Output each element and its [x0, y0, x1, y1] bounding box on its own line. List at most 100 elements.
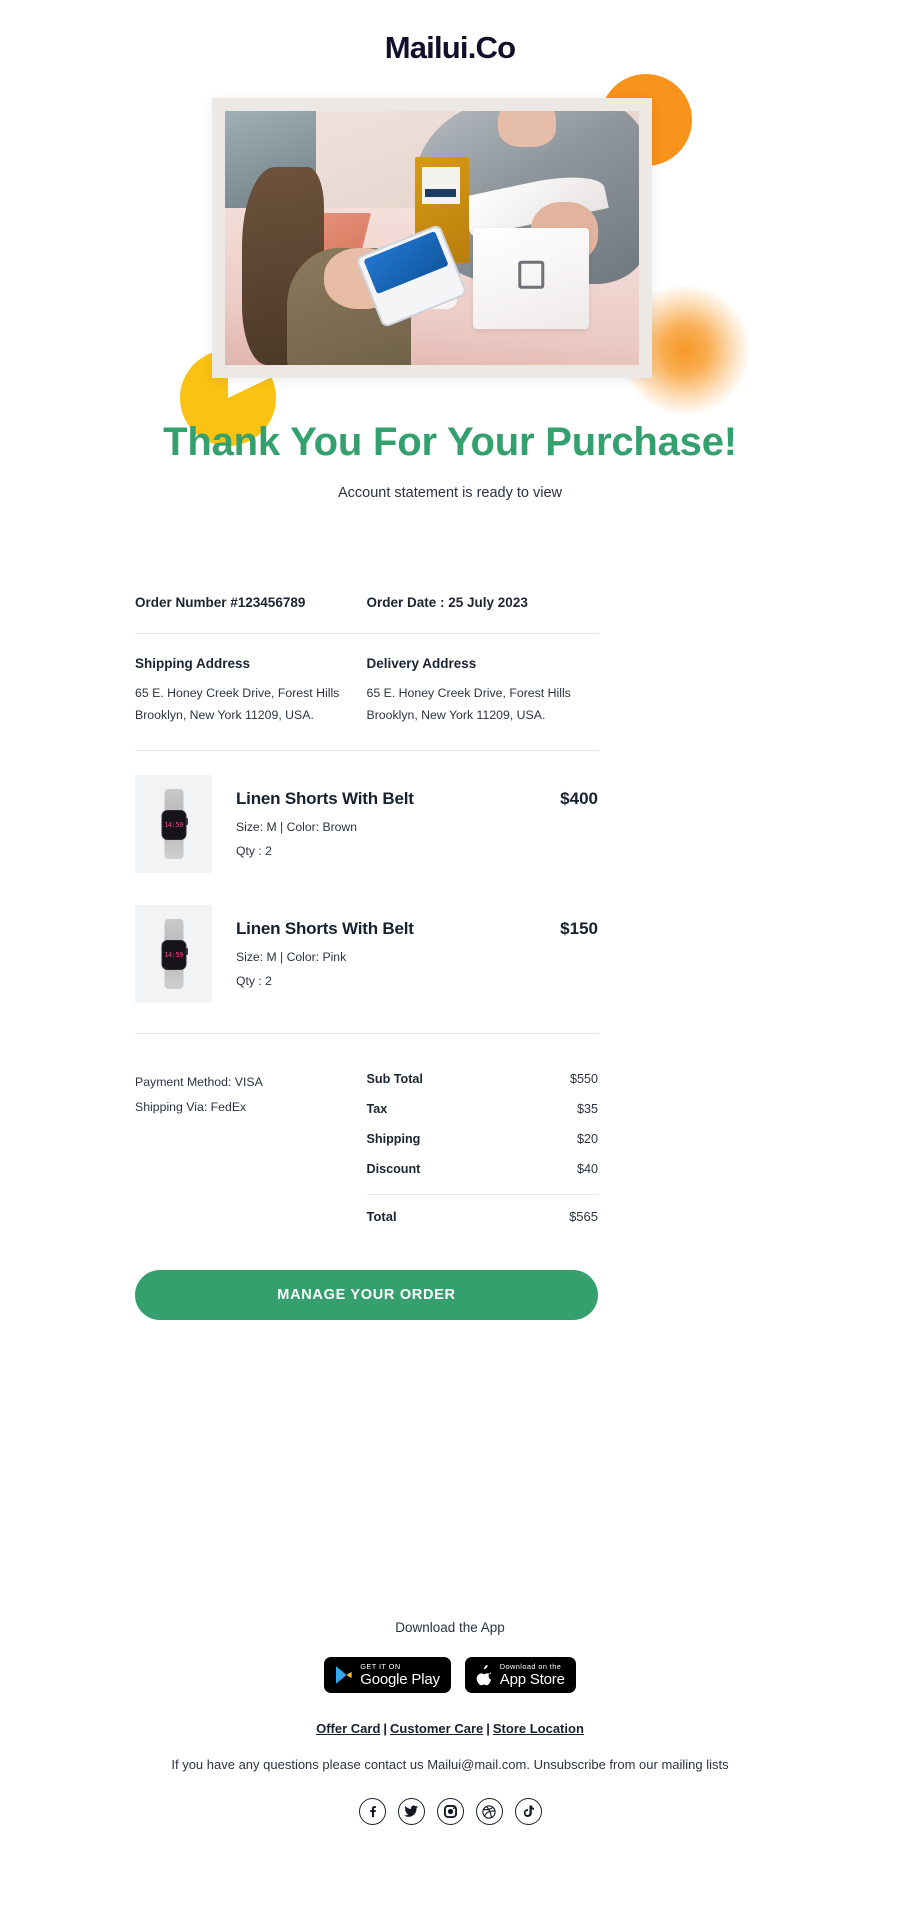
totals-row: Shipping $20	[367, 1124, 599, 1154]
product-thumbnail: 14:59	[135, 905, 212, 1003]
product-price: $400	[560, 789, 598, 808]
hero-photo-frame	[212, 98, 652, 378]
cta-section: MANAGE YOUR ORDER	[135, 1232, 598, 1320]
hero-photo	[225, 111, 639, 365]
link-separator: |	[383, 1721, 388, 1736]
product-price: $150	[560, 919, 598, 938]
order-date-cell: Order Date : 25 July 2023	[367, 595, 599, 610]
payment-method: Payment Method: VISA	[135, 1075, 263, 1089]
product-quantity: Qty : 2	[236, 844, 272, 858]
product-info: Linen Shorts With Belt Size: M | Color: …	[212, 775, 560, 858]
product-thumbnail: 14:59	[135, 775, 212, 873]
product-variant: Size: M | Color: Pink	[236, 950, 347, 964]
watch-time-label: 14:59	[164, 951, 183, 960]
product-info: Linen Shorts With Belt Size: M | Color: …	[212, 905, 560, 988]
tiktok-icon	[523, 1805, 534, 1817]
email-header: Mailui.Co	[0, 30, 900, 66]
shipping-carrier: Shipping Via: FedEx	[135, 1100, 247, 1114]
dribbble-link[interactable]	[475, 1798, 503, 1825]
badge-small-label: GET IT ON	[360, 1661, 401, 1671]
offer-card-link[interactable]: Offer Card	[316, 1721, 380, 1736]
twitter-link[interactable]	[397, 1798, 425, 1825]
twitter-icon	[404, 1805, 418, 1817]
email-footer: Download the App GET IT ON Google Play D…	[0, 1620, 900, 1825]
items-list: 14:59 Linen Shorts With Belt Size: M | C…	[135, 751, 598, 1019]
badge-small-label: Download on the	[499, 1661, 562, 1671]
totals-label: Shipping	[366, 1132, 421, 1146]
totals-row: Discount $40	[367, 1154, 599, 1184]
instagram-link[interactable]	[436, 1798, 464, 1825]
store-location-link[interactable]: Store Location	[493, 1721, 584, 1736]
watch-face: 14:59	[161, 810, 186, 841]
grand-total-label: Total	[366, 1209, 397, 1224]
totals-table: Sub Total $550 Tax $35 Shipping $20 Disc…	[366, 1056, 599, 1232]
download-app-title: Download the App	[395, 1620, 505, 1635]
facebook-icon	[369, 1806, 376, 1818]
app-store-text: Download on the App Store	[499, 1661, 565, 1689]
customer-care-link[interactable]: Customer Care	[390, 1721, 483, 1736]
shipping-address-cell: Shipping Address 65 E. Honey Creek Drive…	[135, 656, 367, 726]
order-details: Order Number #123456789 Order Date : 25 …	[135, 595, 598, 1320]
product-variant: Size: M | Color: Brown	[236, 820, 358, 834]
google-play-badge[interactable]: GET IT ON Google Play	[324, 1657, 451, 1693]
footer-links: Offer Card | Customer Care | Store Location	[0, 1721, 900, 1736]
shipping-address-line1: 65 E. Honey Creek Drive, Forest Hills	[135, 686, 340, 700]
photo-card-reader	[473, 227, 590, 330]
order-number: Order Number #123456789	[135, 595, 306, 610]
totals-value: $35	[576, 1102, 598, 1116]
address-row: Shipping Address 65 E. Honey Creek Drive…	[135, 634, 598, 750]
page-subtitle: Account statement is ready to view	[337, 485, 563, 501]
list-item: 14:59 Linen Shorts With Belt Size: M | C…	[135, 759, 598, 889]
tiktok-link[interactable]	[514, 1798, 542, 1825]
shipping-address-title: Shipping Address	[135, 656, 251, 671]
totals-value: $550	[569, 1072, 598, 1086]
manage-order-button[interactable]: MANAGE YOUR ORDER	[135, 1270, 598, 1320]
list-item: 14:59 Linen Shorts With Belt Size: M | C…	[135, 889, 598, 1019]
app-store-badge[interactable]: Download on the App Store	[464, 1657, 576, 1693]
instagram-icon	[443, 1805, 457, 1818]
badge-big-label: Google Play	[360, 1671, 440, 1689]
watch-face: 14:59	[161, 940, 186, 971]
order-date: Order Date : 25 July 2023	[366, 595, 528, 610]
apple-icon	[476, 1664, 491, 1685]
summary-section: Payment Method: VISA Shipping Via: FedEx…	[135, 1034, 598, 1232]
order-info-row: Order Number #123456789 Order Date : 25 …	[135, 595, 598, 633]
page-title: Thank You For Your Purchase!	[163, 420, 737, 464]
photo-cashier-neck	[498, 111, 557, 147]
app-badges: GET IT ON Google Play Download on the Ap…	[0, 1657, 900, 1693]
payment-info: Payment Method: VISA Shipping Via: FedEx	[135, 1056, 367, 1232]
shipping-address-line2: Brooklyn, New York 11209, USA.	[135, 708, 314, 722]
google-play-icon	[336, 1666, 352, 1684]
delivery-address-line1: 65 E. Honey Creek Drive, Forest Hills	[366, 686, 571, 700]
photo-reader-logo	[518, 260, 545, 289]
totals-value: $20	[576, 1132, 598, 1146]
delivery-address-line2: Brooklyn, New York 11209, USA.	[366, 708, 546, 722]
facebook-link[interactable]	[358, 1798, 386, 1825]
totals-row: Sub Total $550	[367, 1064, 599, 1094]
divider	[366, 1194, 598, 1195]
totals-label: Tax	[366, 1102, 388, 1116]
delivery-address-cell: Delivery Address 65 E. Honey Creek Drive…	[367, 656, 599, 726]
social-links	[0, 1798, 900, 1825]
delivery-address-title: Delivery Address	[366, 656, 477, 671]
grand-total-row: Total $565	[367, 1201, 599, 1232]
contact-text: If you have any questions please contact…	[171, 1757, 729, 1772]
link-separator: |	[486, 1721, 490, 1736]
order-number-cell: Order Number #123456789	[135, 595, 367, 610]
hero-section	[0, 70, 900, 446]
totals-label: Discount	[366, 1162, 421, 1176]
totals-label: Sub Total	[366, 1072, 423, 1086]
totals-row: Tax $35	[367, 1094, 599, 1124]
badge-big-label: App Store	[499, 1671, 565, 1689]
product-quantity: Qty : 2	[236, 974, 272, 988]
photo-box-barcode	[425, 188, 457, 198]
product-title: Linen Shorts With Belt	[236, 919, 414, 938]
dribbble-icon	[482, 1804, 496, 1819]
brand-logo: Mailui.Co	[384, 30, 516, 65]
watch-time-label: 14:59	[164, 821, 183, 830]
email-receipt: Mailui.Co Thank You For Your Purchase! A…	[0, 0, 900, 1925]
photo-box-label	[421, 167, 460, 204]
thank-you-block: Thank You For Your Purchase! Account sta…	[0, 418, 900, 501]
product-title: Linen Shorts With Belt	[236, 789, 414, 808]
grand-total-value: $565	[569, 1209, 598, 1224]
